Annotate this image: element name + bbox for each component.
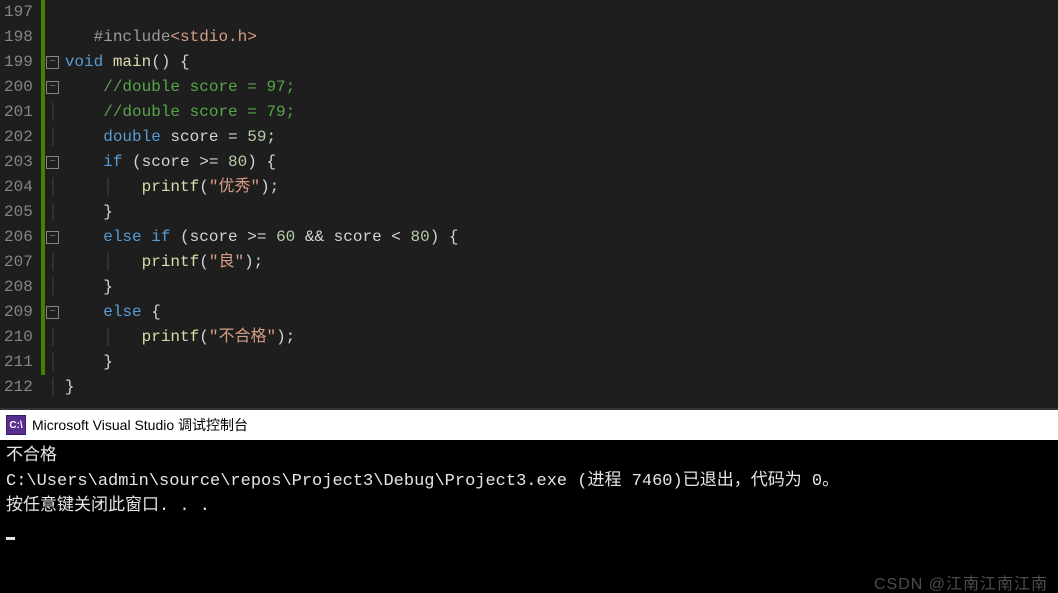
line-number: 205	[4, 200, 33, 225]
console-output-line: 不合格	[6, 444, 1052, 469]
console-cursor	[6, 519, 1052, 549]
code-line[interactable]: }	[65, 375, 1058, 400]
fold-marker: │	[45, 325, 61, 350]
fold-marker: │	[45, 100, 61, 125]
console-tab-title: Microsoft Visual Studio 调试控制台	[32, 415, 248, 435]
fold-marker: │	[45, 200, 61, 225]
code-line[interactable]: }	[65, 275, 1058, 300]
fold-marker[interactable]: −	[45, 75, 61, 100]
line-number: 202	[4, 125, 33, 150]
line-number: 206	[4, 225, 33, 250]
line-number: 204	[4, 175, 33, 200]
code-line[interactable]: #include<stdio.h>	[65, 25, 1058, 50]
code-area[interactable]: #include<stdio.h>void main() { //double …	[61, 0, 1058, 408]
fold-marker: │	[45, 350, 61, 375]
fold-marker[interactable]: −	[45, 225, 61, 250]
vs-console-icon: C:\	[6, 415, 26, 435]
code-line[interactable]	[65, 0, 1058, 25]
line-number: 210	[4, 325, 33, 350]
code-line[interactable]: void main() {	[65, 50, 1058, 75]
line-number: 208	[4, 275, 33, 300]
fold-marker[interactable]: −	[45, 150, 61, 175]
fold-marker: │	[45, 250, 61, 275]
console-output-line: C:\Users\admin\source\repos\Project3\Deb…	[6, 469, 1052, 494]
fold-marker: │	[45, 275, 61, 300]
csdn-watermark: CSDN @江南江南江南	[874, 572, 1048, 593]
code-line[interactable]: if (score >= 80) {	[65, 150, 1058, 175]
debug-console[interactable]: 不合格 C:\Users\admin\source\repos\Project3…	[0, 440, 1058, 593]
code-editor[interactable]: 1971981992002012022032042052062072082092…	[0, 0, 1058, 408]
code-line[interactable]: │ printf("不合格");	[65, 325, 1058, 350]
line-number: 199	[4, 50, 33, 75]
fold-marker[interactable]: −	[45, 300, 61, 325]
fold-gutter[interactable]: −−││−││−││−│││	[45, 0, 61, 408]
code-line[interactable]: }	[65, 200, 1058, 225]
fold-marker[interactable]: −	[45, 50, 61, 75]
line-number: 198	[4, 25, 33, 50]
line-number: 212	[4, 375, 33, 400]
line-number: 201	[4, 100, 33, 125]
code-line[interactable]: double score = 59;	[65, 125, 1058, 150]
code-line[interactable]: else {	[65, 300, 1058, 325]
line-number: 207	[4, 250, 33, 275]
fold-marker: │	[45, 125, 61, 150]
code-line[interactable]: │ printf("优秀");	[65, 175, 1058, 200]
line-number: 200	[4, 75, 33, 100]
line-number: 197	[4, 0, 33, 25]
fold-marker: │	[45, 175, 61, 200]
line-number: 203	[4, 150, 33, 175]
line-number-gutter: 1971981992002012022032042052062072082092…	[0, 0, 41, 408]
line-number: 209	[4, 300, 33, 325]
code-line[interactable]: }	[65, 350, 1058, 375]
code-line[interactable]: //double score = 97;	[65, 75, 1058, 100]
console-output-line: 按任意键关闭此窗口. . .	[6, 494, 1052, 519]
code-line[interactable]: else if (score >= 60 && score < 80) {	[65, 225, 1058, 250]
fold-marker: │	[45, 375, 61, 400]
line-number: 211	[4, 350, 33, 375]
code-line[interactable]: //double score = 79;	[65, 100, 1058, 125]
fold-marker	[45, 25, 61, 50]
console-tab-bar: C:\ Microsoft Visual Studio 调试控制台	[0, 408, 1058, 440]
fold-marker	[45, 0, 61, 25]
code-line[interactable]: │ printf("良");	[65, 250, 1058, 275]
